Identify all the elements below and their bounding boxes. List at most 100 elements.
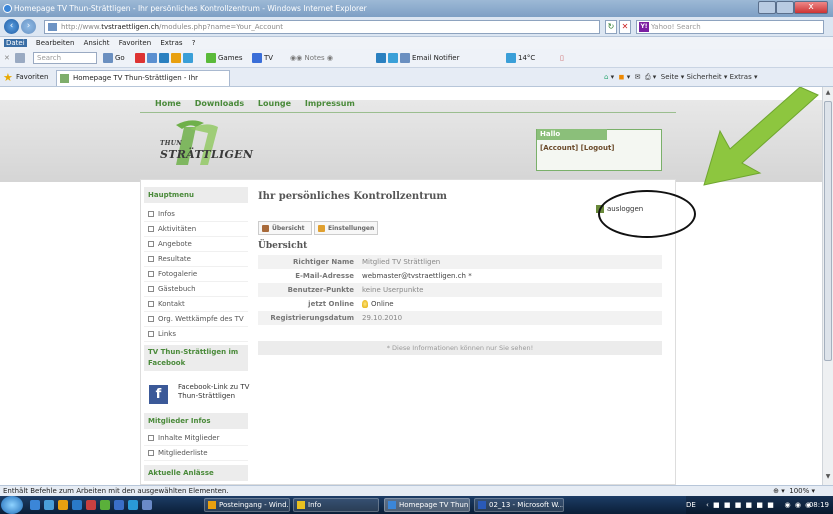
quicklaunch-icon[interactable] [86, 500, 96, 510]
windows-taskbar: Posteingang - Wind... Info Homepage TV T… [0, 496, 833, 514]
forward-arrow-icon[interactable]: › [21, 19, 36, 34]
sidebar-item-aktivitaeten[interactable]: Aktivitäten [144, 222, 248, 237]
go-button[interactable]: Go [103, 53, 125, 64]
menu-ansicht[interactable]: Ansicht [84, 39, 110, 47]
folder-icon [297, 501, 305, 509]
tray-icons[interactable]: ‹ ■ ■ ■ ■ ■ ■ ◉ ◉ ◉ [706, 496, 812, 514]
sidebar-item-label: Angebote [158, 240, 192, 248]
quicklaunch-icon[interactable] [72, 500, 82, 510]
menu-favoriten[interactable]: Favoriten [119, 39, 151, 47]
games-button[interactable]: Games [206, 53, 243, 64]
facebook-icon[interactable]: f [149, 385, 168, 404]
quicklaunch-icon[interactable] [128, 500, 138, 510]
tv-button[interactable]: TV [252, 53, 273, 64]
table-row: Benutzer-Punkte keine Userpunkte [258, 283, 662, 297]
quicklaunch-icon[interactable] [114, 500, 124, 510]
sidebar-item-label: Aktivitäten [158, 225, 197, 233]
search-input[interactable]: Y! Yahoo! Search [636, 20, 824, 34]
toolbar-extra-icon[interactable]: ▯ [560, 53, 564, 64]
ie-icon [388, 501, 396, 509]
search-placeholder: Yahoo! Search [651, 23, 701, 31]
sidebar-item-wettkaempfe[interactable]: Org. Wettkämpfe des TV [144, 312, 248, 327]
taskbar-item-outlook[interactable]: Posteingang - Wind... [204, 498, 290, 512]
menu-bearbeiten[interactable]: Bearbeiten [36, 39, 74, 47]
account-logout-links[interactable]: [Account] [Logout] [540, 144, 615, 152]
favorites-star-icon[interactable]: ★ [3, 72, 14, 83]
task-label: Posteingang - Wind... [219, 501, 290, 509]
vertical-scrollbar[interactable]: ▲ ▼ [822, 87, 833, 485]
maximize-button[interactable] [776, 1, 794, 14]
weather-button[interactable]: 14°C [506, 53, 535, 64]
address-domain: tvstraettligen.ch [101, 23, 160, 31]
row-value: Online [371, 300, 394, 308]
sidebar-item-mitgliederliste[interactable]: Mitgliederliste [144, 446, 248, 461]
quicklaunch-icon[interactable] [142, 500, 152, 510]
refresh-icon[interactable]: ↻ [605, 20, 617, 34]
scroll-up-icon[interactable]: ▲ [824, 89, 832, 99]
taskbar-item-info[interactable]: Info [293, 498, 379, 512]
menu-extras[interactable]: Extras [160, 39, 182, 47]
nav-downloads[interactable]: Downloads [195, 99, 244, 108]
site-logo[interactable]: THUN STRÄTTLIGEN [146, 117, 264, 169]
sidebar-item-inhalte-mitglieder[interactable]: Inhalte Mitglieder [144, 431, 248, 446]
web-page: Home Downloads Lounge Impressum THUN STR… [0, 87, 822, 485]
quicklaunch-icon[interactable] [44, 500, 54, 510]
outlook-icon [208, 501, 216, 509]
quicklaunch-icon[interactable] [100, 500, 110, 510]
clock[interactable]: 08:19 [809, 496, 829, 514]
sidebar-heading-facebook: TV Thun-Strättligen im Facebook [144, 345, 248, 371]
yahoo-icon: Y! [639, 22, 649, 32]
toolbar-logo-icon[interactable] [15, 53, 27, 64]
notes-button[interactable]: ◉◉ Notes ◉ [290, 53, 333, 64]
sidebar-item-gaestebuch[interactable]: Gästebuch [144, 282, 248, 297]
menu-help[interactable]: ? [192, 39, 196, 47]
scroll-down-icon[interactable]: ▼ [824, 473, 832, 483]
sidebar-item-label: Mitgliederliste [158, 449, 208, 457]
start-button[interactable] [1, 496, 23, 514]
nav-home[interactable]: Home [155, 99, 181, 108]
toolbar-search-input[interactable]: Search [33, 52, 97, 64]
close-button[interactable]: x [794, 1, 828, 14]
sidebar-item-kontakt[interactable]: Kontakt [144, 297, 248, 312]
favorites-button[interactable]: Favoriten [16, 68, 48, 87]
sidebar-item-label: Org. Wettkämpfe des TV [158, 315, 244, 323]
sidebar-item-links[interactable]: Links [144, 327, 248, 342]
table-row: Registrierungsdatum 29.10.2010 [258, 311, 662, 325]
row-key: Benutzer-Punkte [287, 286, 354, 294]
tab-uebersicht[interactable]: Übersicht [258, 221, 312, 235]
email-notifier-button[interactable]: Email Notifier [376, 53, 459, 64]
taskbar-item-word[interactable]: 02_13 - Microsoft W... [474, 498, 564, 512]
sidebar-item-resultate[interactable]: Resultate [144, 252, 248, 267]
close-toolbar-icon[interactable]: ✕ [4, 53, 10, 64]
task-label: Info [308, 501, 322, 509]
row-value: 29.10.2010 [362, 314, 403, 322]
nav-lounge[interactable]: Lounge [258, 99, 291, 108]
zoom-control[interactable]: ⊕ ▾ 100% ▾ [773, 486, 815, 496]
site-favicon-icon [60, 74, 69, 83]
facebook-link[interactable]: Facebook-Link zu TV Thun-Strättligen [178, 383, 250, 401]
scroll-thumb[interactable] [824, 101, 832, 361]
window-title-bar[interactable]: Homepage TV Thun-Strättligen - Ihr persö… [0, 0, 833, 17]
annotation-arrow-icon [703, 87, 819, 186]
taskbar-item-ie[interactable]: Homepage TV Thun... [384, 498, 470, 512]
back-arrow-icon[interactable]: ‹ [4, 19, 19, 34]
toolbar-apps-icons[interactable] [135, 53, 195, 64]
system-tray: DE ‹ ■ ■ ■ ■ ■ ■ ◉ ◉ ◉ 08:19 [686, 496, 833, 514]
browser-tab[interactable]: Homepage TV Thun-Strättligen - Ihr persö… [56, 70, 230, 97]
command-bar[interactable]: ⌂ ▾ ◼ ▾ ✉ ⎙ ▾ Seite ▾ Sicherheit ▾ Extra… [604, 68, 757, 87]
language-indicator[interactable]: DE [686, 496, 696, 514]
quicklaunch-icon[interactable] [58, 500, 68, 510]
window-title: Homepage TV Thun-Strättligen - Ihr persö… [14, 4, 367, 13]
nav-impressum[interactable]: Impressum [305, 99, 355, 108]
stop-icon[interactable]: ✕ [619, 20, 631, 34]
menu-datei[interactable]: Datei [4, 39, 27, 47]
minimize-button[interactable] [758, 1, 776, 14]
address-bar[interactable]: http://www.tvstraettligen.ch/modules.php… [44, 20, 600, 34]
ie-quicklaunch-icon[interactable] [30, 500, 40, 510]
addon-toolbar: ✕ Search Go Games TV ◉◉ Notes ◉ Email No… [0, 49, 833, 68]
sidebar-item-label: Kontakt [158, 300, 185, 308]
sidebar-item-angebote[interactable]: Angebote [144, 237, 248, 252]
tab-einstellungen[interactable]: Einstellungen [314, 221, 378, 235]
sidebar-item-infos[interactable]: Infos [144, 207, 248, 222]
sidebar-item-fotogalerie[interactable]: Fotogalerie [144, 267, 248, 282]
